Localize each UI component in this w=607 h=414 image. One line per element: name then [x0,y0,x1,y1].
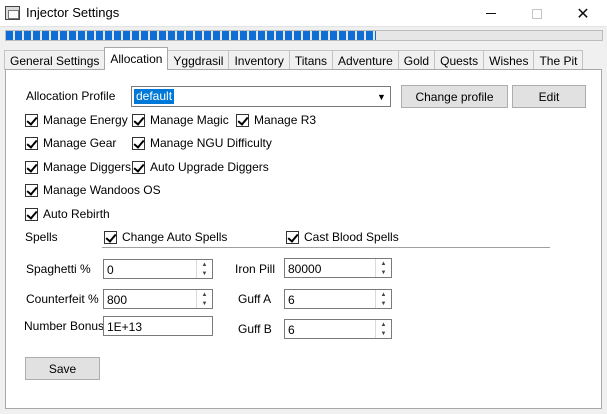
tab-the-pit[interactable]: The Pit [533,50,584,70]
close-icon: ✕ [576,5,590,23]
manage-gear-checkbox[interactable]: Manage Gear [25,136,116,150]
spells-divider [102,247,550,248]
counterfeit-value: 800 [107,293,128,307]
number-bonus-value: 1E+13 [107,320,143,334]
spin-up-icon[interactable]: ▲ [197,260,212,269]
maximize-icon [532,8,542,19]
auto-upgrade-diggers-checkbox[interactable]: Auto Upgrade Diggers [132,160,269,174]
counterfeit-spinner[interactable]: ▲ ▼ [196,290,212,308]
allocation-profile-select[interactable]: default ▼ [131,86,391,107]
checkbox-box[interactable] [132,113,145,127]
checkbox-label: Manage Diggers [43,160,132,174]
spin-down-icon[interactable]: ▼ [376,268,391,277]
spin-up-icon[interactable]: ▲ [376,259,391,268]
guff-b-input[interactable]: 6 ▲ ▼ [284,319,392,339]
maximize-button [514,0,560,27]
allocation-profile-value: default [134,89,175,104]
change-profile-button[interactable]: Change profile [401,85,508,108]
close-button[interactable]: ✕ [560,0,606,27]
spin-up-icon[interactable]: ▲ [376,320,391,329]
tab-strip: General Settings Allocation Yggdrasil In… [4,47,584,70]
manage-wandoos-os-checkbox[interactable]: Manage Wandoos OS [25,183,161,197]
tab-yggdrasil[interactable]: Yggdrasil [167,50,230,70]
allocation-profile-label: Allocation Profile [26,89,116,103]
tab-general-settings[interactable]: General Settings [4,50,106,70]
spells-label: Spells [25,230,58,244]
checkbox-label: Auto Rebirth [43,207,110,221]
checkbox-label: Manage Energy [43,113,128,127]
spin-up-icon[interactable]: ▲ [197,290,212,299]
guff-a-value: 6 [288,293,295,307]
tab-inventory[interactable]: Inventory [228,50,290,70]
checkbox-label: Manage NGU Difficulty [150,136,272,150]
checkbox-box[interactable] [132,136,145,150]
tab-titans[interactable]: Titans [288,50,334,70]
checkbox-label: Auto Upgrade Diggers [150,160,269,174]
checkbox-box[interactable] [236,113,249,127]
checkbox-box[interactable] [132,160,145,174]
spaghetti-value: 0 [107,263,114,277]
checkbox-label: Manage R3 [254,113,317,127]
tab-gold[interactable]: Gold [397,50,436,70]
app-window-icon [5,6,20,20]
auto-rebirth-checkbox[interactable]: Auto Rebirth [25,207,110,221]
manage-ngu-difficulty-checkbox[interactable]: Manage NGU Difficulty [132,136,272,150]
checkbox-box[interactable] [104,230,117,244]
tab-allocation[interactable]: Allocation [104,47,169,70]
progress-bar-fill [6,31,376,40]
manage-magic-checkbox[interactable]: Manage Magic [132,113,229,127]
spaghetti-spinner[interactable]: ▲ ▼ [196,260,212,278]
guff-a-label: Guff A [238,292,272,306]
spaghetti-input[interactable]: 0 ▲ ▼ [103,259,213,279]
spin-down-icon[interactable]: ▼ [197,269,212,278]
manage-diggers-checkbox[interactable]: Manage Diggers [25,160,131,174]
title-bar: Injector Settings ✕ [0,0,607,27]
guff-b-spinner[interactable]: ▲ ▼ [375,320,391,338]
spin-down-icon[interactable]: ▼ [376,299,391,308]
spin-down-icon[interactable]: ▼ [197,299,212,308]
progress-bar [5,30,603,41]
checkbox-label: Manage Wandoos OS [43,183,161,197]
checkbox-label: Change Auto Spells [122,230,228,244]
iron-pill-label: Iron Pill [235,262,276,276]
iron-pill-input[interactable]: 80000 ▲ ▼ [284,258,392,278]
number-bonus-label: Number Bonus [24,319,105,333]
checkbox-box[interactable] [25,183,38,197]
guff-b-label: Guff B [238,322,272,336]
checkbox-box[interactable] [25,160,38,174]
dropdown-arrow-icon[interactable]: ▼ [373,87,390,106]
cast-blood-spells-checkbox[interactable]: Cast Blood Spells [286,230,399,244]
counterfeit-input[interactable]: 800 ▲ ▼ [103,289,213,309]
tab-adventure[interactable]: Adventure [332,50,399,70]
minimize-icon [486,13,496,14]
spin-down-icon[interactable]: ▼ [376,329,391,338]
manage-energy-checkbox[interactable]: Manage Energy [25,113,128,127]
counterfeit-label: Counterfeit % [26,292,99,306]
checkbox-label: Manage Gear [43,136,117,150]
checkbox-box[interactable] [286,230,299,244]
manage-r3-checkbox[interactable]: Manage R3 [236,113,316,127]
iron-pill-value: 80000 [288,262,322,276]
checkbox-label: Manage Magic [150,113,229,127]
minimize-button[interactable] [468,0,514,27]
guff-a-spinner[interactable]: ▲ ▼ [375,290,391,308]
tab-wishes[interactable]: Wishes [483,50,535,70]
checkbox-box[interactable] [25,113,38,127]
checkbox-box[interactable] [25,136,38,150]
iron-pill-spinner[interactable]: ▲ ▼ [375,259,391,277]
change-auto-spells-checkbox[interactable]: Change Auto Spells [104,230,227,244]
spaghetti-label: Spaghetti % [26,262,91,276]
checkbox-box[interactable] [25,207,38,221]
spin-up-icon[interactable]: ▲ [376,290,391,299]
guff-b-value: 6 [288,323,295,337]
window-title: Injector Settings [26,5,120,20]
number-bonus-input[interactable]: 1E+13 [103,316,213,336]
tab-quests[interactable]: Quests [434,50,485,70]
save-button[interactable]: Save [25,357,100,380]
guff-a-input[interactable]: 6 ▲ ▼ [284,289,392,309]
checkbox-label: Cast Blood Spells [304,230,399,244]
edit-button[interactable]: Edit [512,85,586,108]
